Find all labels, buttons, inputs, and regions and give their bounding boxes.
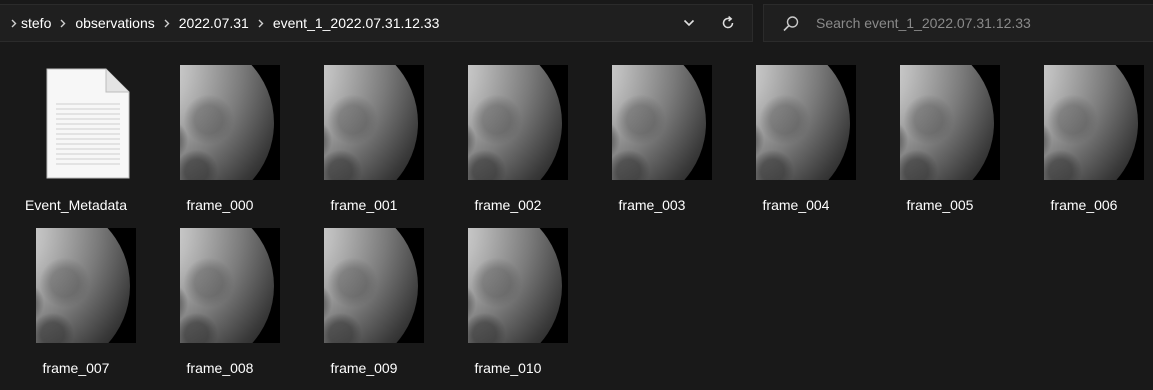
- text-document-icon: [46, 68, 130, 179]
- refresh-button[interactable]: [711, 5, 745, 41]
- search-input[interactable]: [816, 5, 1136, 41]
- planet-image: [756, 65, 850, 180]
- file-name-label: frame_007: [42, 360, 110, 376]
- file-name-label: frame_001: [330, 197, 398, 213]
- planet-image: [324, 228, 418, 343]
- file-grid: Event_Metadata frame_000 frame_001 frame_00…: [0, 54, 1153, 390]
- chevron-right-icon[interactable]: [8, 16, 20, 30]
- file-item[interactable]: frame_006: [1016, 54, 1152, 218]
- image-thumbnail: [612, 65, 712, 180]
- file-item[interactable]: frame_005: [872, 54, 1008, 218]
- chevron-right-icon[interactable]: [52, 16, 74, 30]
- image-thumbnail: [900, 65, 1000, 180]
- address-dropdown-button[interactable]: [675, 5, 703, 41]
- image-thumbnail: [36, 228, 136, 343]
- planet-image: [36, 228, 130, 343]
- planet-image: [900, 65, 994, 180]
- planet-image: [180, 228, 274, 343]
- file-name-label: frame_000: [186, 197, 254, 213]
- image-thumbnail: [324, 65, 424, 180]
- breadcrumb-item-stefo[interactable]: stefo: [20, 15, 52, 31]
- file-name-label: frame_003: [618, 197, 686, 213]
- image-thumbnail: [180, 65, 280, 180]
- file-name-label: frame_010: [474, 360, 542, 376]
- file-item[interactable]: frame_009: [296, 217, 432, 381]
- file-item[interactable]: frame_003: [584, 54, 720, 218]
- file-item[interactable]: frame_008: [152, 217, 288, 381]
- search-icon: [783, 16, 799, 32]
- file-explorer-window: stefo observations 2022.07.31 event_1_20…: [0, 0, 1153, 390]
- image-thumbnail: [180, 228, 280, 343]
- file-item[interactable]: frame_007: [8, 217, 144, 381]
- file-name-label: Event_Metadata: [25, 197, 127, 213]
- image-thumbnail: [324, 228, 424, 343]
- planet-image: [324, 65, 418, 180]
- file-name-label: frame_004: [762, 197, 830, 213]
- chevron-right-icon[interactable]: [156, 16, 178, 30]
- file-name-label: frame_006: [1050, 197, 1118, 213]
- file-name-label: frame_005: [906, 197, 974, 213]
- image-thumbnail: [468, 65, 568, 180]
- file-item[interactable]: frame_001: [296, 54, 432, 218]
- chevron-down-icon: [683, 19, 695, 27]
- planet-image: [468, 65, 562, 180]
- planet-image: [180, 65, 274, 180]
- file-item[interactable]: frame_002: [440, 54, 576, 218]
- image-thumbnail: [468, 228, 568, 343]
- file-item[interactable]: frame_000: [152, 54, 288, 218]
- file-item[interactable]: Event_Metadata: [8, 54, 144, 218]
- planet-image: [612, 65, 706, 180]
- breadcrumb: stefo observations 2022.07.31 event_1_20…: [8, 5, 440, 41]
- planet-image: [468, 228, 562, 343]
- image-thumbnail: [756, 65, 856, 180]
- chevron-right-icon[interactable]: [250, 16, 272, 30]
- top-bar: stefo observations 2022.07.31 event_1_20…: [0, 0, 1153, 46]
- refresh-icon: [722, 16, 734, 29]
- breadcrumb-item-observations[interactable]: observations: [74, 15, 155, 31]
- file-item[interactable]: frame_004: [728, 54, 864, 218]
- planet-image: [1044, 65, 1138, 180]
- file-name-label: frame_002: [474, 197, 542, 213]
- breadcrumb-item-event[interactable]: event_1_2022.07.31.12.33: [272, 15, 441, 31]
- search-box[interactable]: [763, 4, 1153, 42]
- address-bar[interactable]: stefo observations 2022.07.31 event_1_20…: [0, 4, 753, 42]
- breadcrumb-item-date[interactable]: 2022.07.31: [178, 15, 250, 31]
- file-item[interactable]: frame_010: [440, 217, 576, 381]
- file-name-label: frame_009: [330, 360, 398, 376]
- image-thumbnail: [1044, 65, 1144, 180]
- file-name-label: frame_008: [186, 360, 254, 376]
